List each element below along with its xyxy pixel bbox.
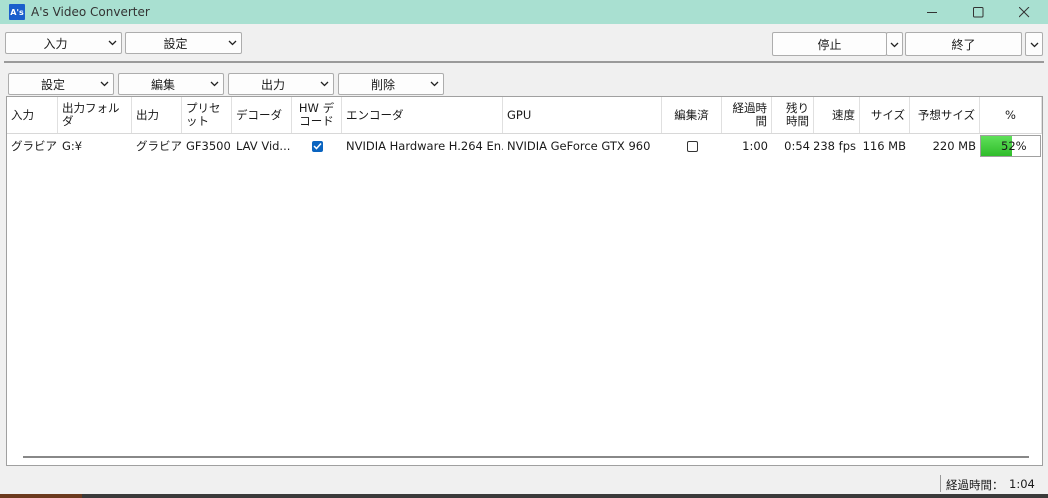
close-button[interactable] (1001, 0, 1047, 24)
progress-text: 52% (1001, 139, 1027, 153)
progress-value: 52 (1001, 139, 1016, 153)
delete-dropdown[interactable]: 削除 (338, 73, 444, 95)
cell-decoder: LAV Vid... (236, 139, 291, 153)
finish-options-button[interactable] (1025, 32, 1043, 56)
cell-hw-decode (292, 133, 342, 159)
window-title: A's Video Converter (31, 5, 150, 19)
toolbar-separator (4, 61, 1044, 63)
column-header-estimated-size[interactable]: 予想サイズ (910, 97, 980, 133)
status-elapsed-label: 経過時間： (946, 478, 1004, 492)
minimize-button[interactable] (909, 0, 955, 24)
column-header-size[interactable]: サイズ (860, 97, 910, 133)
desktop-background-strip (0, 494, 1048, 498)
settings-dropdown[interactable]: 設定 (125, 32, 242, 54)
delete-dropdown-label: 削除 (370, 77, 395, 92)
cell-input: グラビア... (11, 139, 58, 153)
queue-settings-label: 設定 (40, 77, 65, 92)
column-header-input[interactable]: 入力 (7, 97, 58, 133)
edit-dropdown[interactable]: 編集 (118, 73, 224, 95)
column-header-elapsed[interactable]: 経過時間 (722, 97, 772, 133)
edit-dropdown-label: 編集 (150, 77, 175, 92)
output-dropdown[interactable]: 出力 (228, 73, 334, 95)
progress-percent-sign: % (1015, 139, 1027, 153)
stop-options-button[interactable] (886, 32, 903, 56)
column-header-encoder[interactable]: エンコーダ (342, 97, 503, 133)
title-bar: A's A's Video Converter (0, 0, 1048, 24)
column-header-decoder[interactable]: デコーダ (232, 97, 292, 133)
close-icon (1018, 6, 1029, 17)
table-row[interactable]: グラビア... G:¥ グラビア... GF3500 LAV Vid... NV… (7, 133, 1042, 159)
app-window: A's A's Video Converter 入力 設定 停止 終了 設定 編… (0, 0, 1048, 498)
cell-preset: GF3500 (186, 139, 231, 153)
app-logo-icon: A's (9, 4, 25, 20)
finish-button[interactable]: 終了 (905, 32, 1022, 56)
hw-decode-checkbox[interactable] (311, 140, 323, 152)
output-dropdown-label: 出力 (260, 77, 285, 92)
chevron-down-icon (105, 40, 119, 46)
queue-settings-dropdown[interactable]: 設定 (8, 73, 114, 95)
edited-checkbox[interactable] (686, 140, 698, 152)
column-header-hw-decode[interactable]: HW デコード (292, 97, 342, 133)
column-header-speed[interactable]: 速度 (814, 97, 860, 133)
column-header-remaining[interactable]: 残り時間 (772, 97, 814, 133)
maximize-icon (972, 6, 983, 17)
chevron-down-icon (225, 40, 239, 46)
finish-button-label: 終了 (951, 37, 976, 52)
cell-output-folder: G:¥ (62, 139, 83, 153)
chevron-down-icon (207, 81, 221, 87)
cell-gpu: NVIDIA GeForce GTX 960 (507, 139, 651, 153)
cell-size: 116 MB (862, 139, 906, 153)
cell-elapsed: 1:00 (742, 139, 768, 153)
status-elapsed-value: 1:04 (1009, 477, 1035, 491)
chevron-down-icon (317, 81, 331, 87)
column-header-gpu[interactable]: GPU (503, 97, 662, 133)
column-header-edited[interactable]: 編集済 (662, 97, 722, 133)
progress-bar: 52% (980, 135, 1041, 157)
horizontal-scrollbar[interactable] (23, 456, 1029, 458)
stop-button[interactable]: 停止 (772, 32, 887, 56)
column-header-percent[interactable]: % (980, 97, 1042, 133)
chevron-down-icon (1030, 37, 1039, 51)
column-header-output[interactable]: 出力 (132, 97, 182, 133)
column-header-output-folder[interactable]: 出力フォルダ (58, 97, 132, 133)
table-header: 入力 出力フォルダ 出力 プリセット デコーダ HW デコード エンコーダ GP… (7, 97, 1042, 134)
cell-remaining: 0:54 (784, 139, 810, 153)
cell-estimated-size: 220 MB (932, 139, 976, 153)
column-header-preset[interactable]: プリセット (182, 97, 232, 133)
status-separator (940, 475, 941, 492)
cell-edited (662, 133, 722, 159)
input-dropdown-label: 入力 (43, 36, 68, 51)
stop-button-label: 停止 (817, 37, 842, 52)
cell-output: グラビア... (136, 139, 182, 153)
cell-speed: 238 fps (814, 139, 856, 153)
status-bar: 経過時間： 1:04 (0, 472, 1048, 494)
minimize-icon (926, 11, 937, 13)
chevron-down-icon (97, 81, 111, 87)
input-dropdown[interactable]: 入力 (5, 32, 122, 54)
chevron-down-icon (427, 81, 441, 87)
maximize-button[interactable] (955, 0, 1001, 24)
conversion-queue-table[interactable]: 入力 出力フォルダ 出力 プリセット デコーダ HW デコード エンコーダ GP… (6, 96, 1043, 466)
settings-dropdown-label: 設定 (163, 36, 188, 51)
cell-encoder: NVIDIA Hardware H.264 En... (346, 139, 503, 153)
chevron-down-icon (890, 37, 899, 51)
